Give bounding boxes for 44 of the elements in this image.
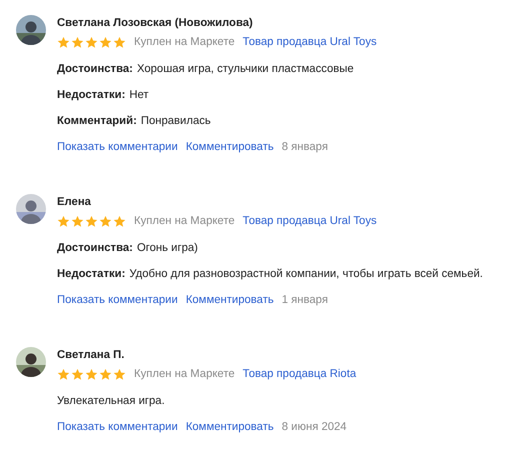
seller-link[interactable]: Товар продавца Riota: [242, 368, 356, 380]
review-date: 8 июня 2024: [282, 420, 347, 435]
field-label: Достоинства:: [57, 62, 133, 77]
field-text: Огонь игра): [136, 241, 198, 256]
purchase-note: Куплен на Маркете: [134, 36, 235, 48]
star-icon: [113, 368, 126, 380]
star-icon: [99, 368, 112, 380]
author-name: Светлана П.: [57, 348, 126, 363]
star-icon: [99, 36, 112, 48]
star-icon: [113, 36, 126, 48]
field-text: Нет: [129, 88, 149, 103]
star-icon: [57, 214, 70, 228]
star-icon: [71, 36, 84, 48]
star-icon: [113, 214, 126, 228]
author-name: Светлана Лозовская (Новожилова): [57, 16, 254, 31]
star-icon: [85, 36, 98, 48]
comment-link[interactable]: Комментировать: [186, 139, 274, 155]
field-text: Удобно для разновозрастной компании, чтобы играть всей семьей.: [129, 267, 483, 282]
star-icon: [57, 36, 70, 48]
purchase-note: Куплен на Маркете: [134, 368, 235, 380]
review-text: Увлекательная игра.: [57, 394, 165, 409]
show-comments-link[interactable]: Показать комментарии: [57, 139, 178, 155]
review-date: 1 января: [282, 293, 328, 308]
comment-link[interactable]: Комментировать: [186, 292, 274, 308]
purchase-note: Куплен на Маркете: [134, 215, 235, 227]
field-label: Достоинства:: [57, 241, 133, 256]
author-name: Елена: [57, 195, 92, 210]
show-comments-link[interactable]: Показать комментарии: [57, 292, 178, 308]
field-text: Понравилась: [140, 114, 211, 129]
star-icon: [71, 368, 84, 380]
field-text: Хорошая игра, стульчики пластмассовые: [136, 62, 354, 77]
seller-link[interactable]: Товар продавца Ural Toys: [242, 215, 377, 227]
star-icon: [71, 214, 84, 228]
review-date: 8 января: [282, 140, 328, 155]
comment-link[interactable]: Комментировать: [186, 419, 274, 435]
field-label: Недостатки:: [57, 88, 126, 103]
star-icon: [57, 368, 70, 380]
show-comments-link[interactable]: Показать комментарии: [57, 419, 178, 435]
field-label: Комментарий:: [57, 114, 137, 129]
seller-link[interactable]: Товар продавца Ural Toys: [242, 36, 377, 48]
field-label: Недостатки:: [57, 267, 126, 282]
star-icon: [99, 214, 112, 228]
star-icon: [85, 368, 98, 380]
star-icon: [85, 214, 98, 228]
